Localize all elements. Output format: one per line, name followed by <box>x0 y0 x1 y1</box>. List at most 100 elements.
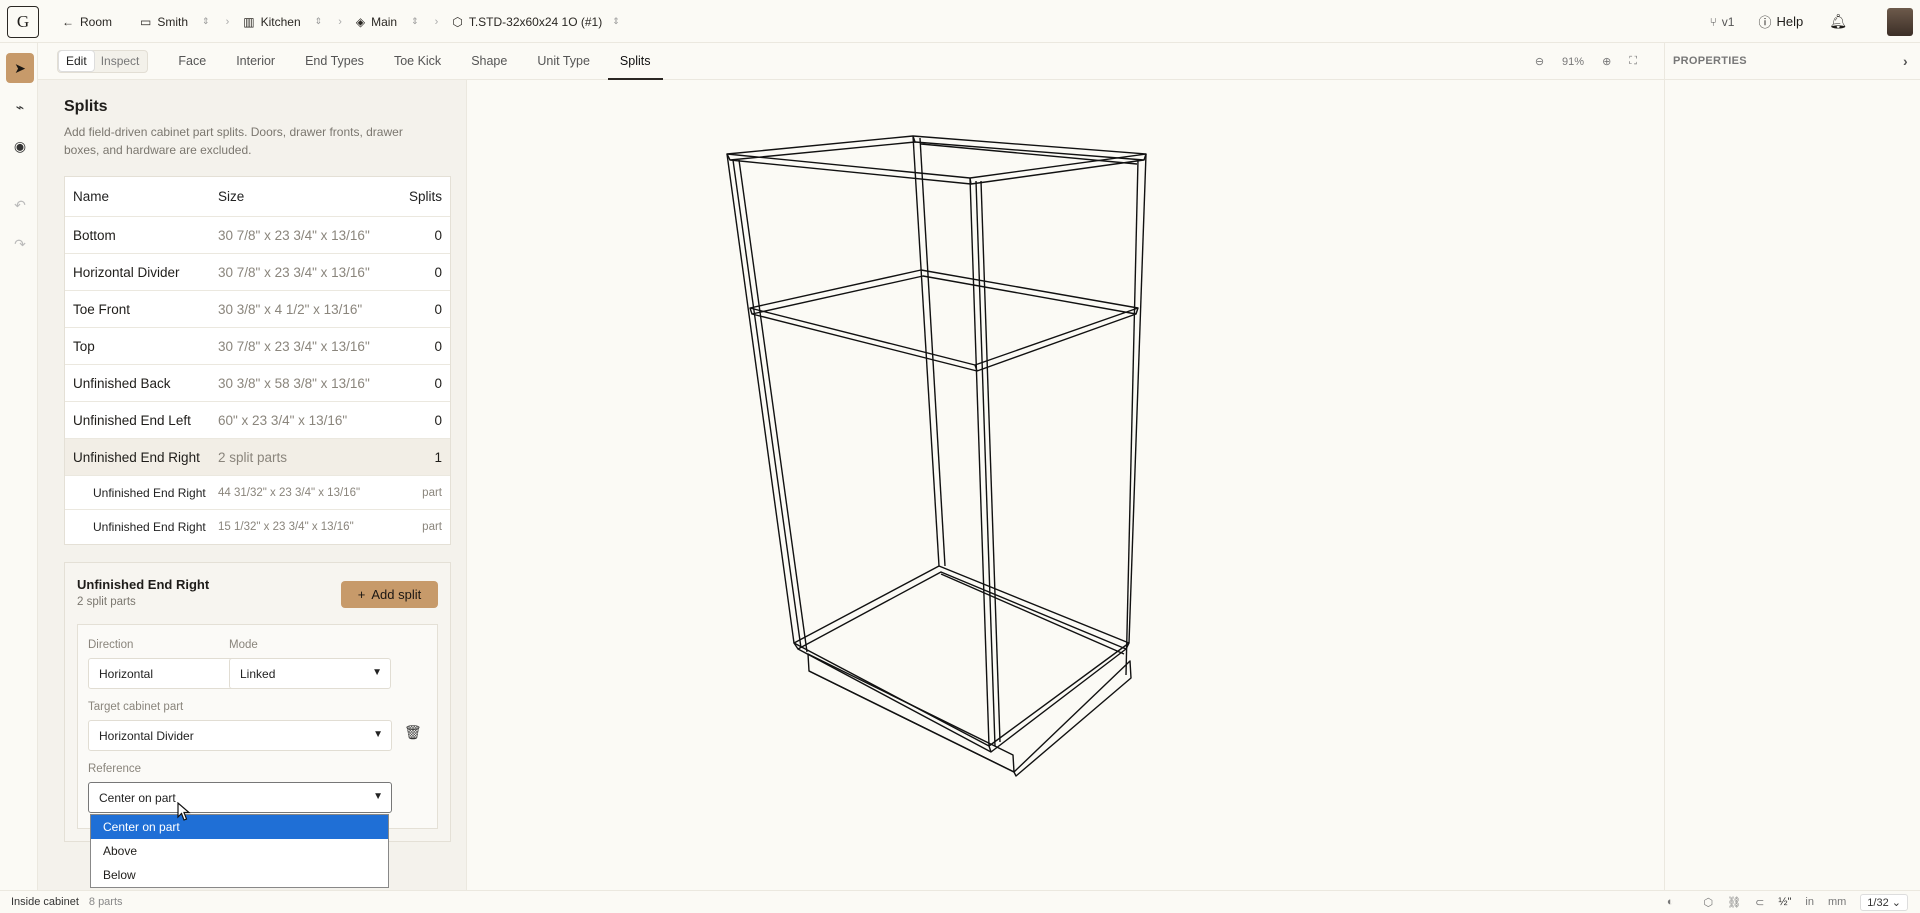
tool-rail: ➤ ⌁ ◉ ↶ ↷ <box>0 43 38 890</box>
view-tool-button[interactable]: ◉ <box>6 131 34 161</box>
row-splits: 0 <box>434 264 442 280</box>
undo-button[interactable]: ↶ <box>6 190 34 220</box>
chevron-down-icon: ⌄ <box>1891 896 1901 909</box>
mode-value: Linked <box>240 666 276 681</box>
precision-select[interactable]: 1/32 ⌄ <box>1860 893 1908 911</box>
mode-edit-button[interactable]: Edit <box>59 51 94 71</box>
back-room-button[interactable]: ← Room <box>62 15 112 29</box>
magnet-icon[interactable]: ⊂ <box>1755 896 1764 909</box>
link-icon[interactable]: ⛓ <box>1727 896 1741 909</box>
cube-icon[interactable]: ⬡ <box>1704 896 1714 909</box>
row-splits: 0 <box>434 301 442 317</box>
help-button[interactable]: ⓘ Help <box>1758 12 1803 31</box>
help-label: Help <box>1776 14 1804 29</box>
split-editor: Unfinished End Right 2 split parts + Add… <box>64 562 451 842</box>
split-part-row[interactable]: Unfinished End Right 44 31/32" x 23 3/4"… <box>65 476 450 510</box>
tab-toe-kick[interactable]: Toe Kick <box>394 43 441 80</box>
row-size: 15 1/32" x 23 3/4" x 13/16" <box>218 521 354 533</box>
row-name: Unfinished End Right <box>93 520 206 534</box>
updown-icon: ⇕ <box>202 16 210 26</box>
logo-letter: G <box>16 12 30 31</box>
table-row[interactable]: Top 30 7/8" x 23 3/4" x 13/16" 0 <box>65 328 450 365</box>
direction-value: Horizontal <box>99 666 154 681</box>
back-label: Room <box>80 14 113 29</box>
reference-dropdown-menu: Center on part Above Below <box>90 814 389 888</box>
option-center-on-part[interactable]: Center on part <box>91 815 388 839</box>
avatar[interactable] <box>1887 7 1913 36</box>
mode-select[interactable]: Linked ▼ <box>229 658 391 689</box>
breadcrumb-item-kitchen[interactable]: ▥ Kitchen ⇕ › <box>243 15 342 29</box>
add-split-button[interactable]: + Add split <box>341 581 438 608</box>
option-above[interactable]: Above <box>91 839 388 863</box>
splits-panel: Splits Add field-driven cabinet part spl… <box>38 80 467 890</box>
column-header-splits: Splits <box>408 189 442 204</box>
reference-select[interactable]: Center on part ▼ <box>88 782 392 813</box>
breadcrumb-item-smith[interactable]: ▭ Smith ⇕ › <box>140 15 229 29</box>
row-splits: 1 <box>434 449 442 465</box>
mode-inspect-button[interactable]: Inspect <box>94 51 147 71</box>
properties-panel: PROPERTIES › <box>1664 43 1920 890</box>
select-tool-button[interactable]: ➤ <box>6 53 34 83</box>
row-size: 60" x 23 3/4" x 13/16" <box>218 412 348 428</box>
chevron-right-icon: › <box>225 15 230 28</box>
mouse-cursor-icon <box>177 802 191 821</box>
chevron-down-icon: ▼ <box>373 729 383 740</box>
units-mm[interactable]: mm <box>1828 896 1846 908</box>
ruler-icon: ⌁ <box>15 98 25 115</box>
table-row[interactable]: Unfinished Back 30 3/8" x 58 3/8" x 13/1… <box>65 365 450 402</box>
arrow-left-icon: ← <box>62 14 74 29</box>
panel-title: Splits <box>64 98 108 115</box>
breadcrumb-item-main[interactable]: ◈ Main ⇕ › <box>356 15 438 29</box>
tab-bar: Edit Inspect Face Interior End Types Toe… <box>38 43 1665 80</box>
properties-title: PROPERTIES <box>1673 55 1747 67</box>
row-name: Toe Front <box>73 301 131 317</box>
tab-shape[interactable]: Shape <box>471 43 507 80</box>
tab-unit-type[interactable]: Unit Type <box>537 43 590 80</box>
breadcrumb-item-cabinet[interactable]: ⬡ T.STD-32x60x24 1O (#1) ⇕ <box>452 15 619 29</box>
parts-table: Name Size Splits Bottom 30 7/8" x 23 3/4… <box>64 176 451 545</box>
tab-face[interactable]: Face <box>178 43 206 80</box>
top-panel-outer <box>726 135 1147 179</box>
table-row[interactable]: Horizontal Divider 30 7/8" x 23 3/4" x 1… <box>65 254 450 291</box>
table-row-selected[interactable]: Unfinished End Right 2 split parts 1 <box>65 439 450 476</box>
target-value: Horizontal Divider <box>99 728 194 743</box>
palette-icon[interactable]: ◐ <box>1667 896 1674 908</box>
header-actions: ⑂ v1 ⓘ Help 🔔︎ <box>1710 0 1920 43</box>
updown-icon: ⇕ <box>411 16 419 26</box>
chevron-right-icon[interactable]: › <box>1903 53 1908 69</box>
tab-end-types[interactable]: End Types <box>305 43 364 80</box>
3d-viewport[interactable] <box>468 80 1664 890</box>
row-name: Unfinished End Left <box>73 412 191 428</box>
tab-splits[interactable]: Splits <box>608 43 662 80</box>
target-part-select[interactable]: Horizontal Divider ▼ <box>88 720 392 751</box>
fraction-toggle[interactable]: ½" <box>1778 896 1791 908</box>
eye-icon: ◉ <box>13 137 27 154</box>
table-row[interactable]: Unfinished End Left 60" x 23 3/4" x 13/1… <box>65 402 450 439</box>
status-part-count: 8 parts <box>88 895 123 908</box>
toe-front <box>807 653 1015 773</box>
version-button[interactable]: ⑂ v1 <box>1710 15 1735 29</box>
option-below[interactable]: Below <box>91 863 388 887</box>
app-logo[interactable]: G <box>7 6 39 38</box>
split-part-row[interactable]: Unfinished End Right 15 1/32" x 23 3/4" … <box>65 510 450 544</box>
zoom-out-icon[interactable]: ⊖ <box>1535 55 1544 68</box>
table-row[interactable]: Bottom 30 7/8" x 23 3/4" x 13/16" 0 <box>65 217 450 254</box>
redo-button[interactable]: ↷ <box>6 229 34 259</box>
breadcrumb-label: T.STD-32x60x24 1O (#1) <box>468 14 603 29</box>
row-size: 30 3/8" x 4 1/2" x 13/16" <box>218 301 363 317</box>
chevron-down-icon: ▼ <box>372 667 382 678</box>
fullscreen-icon[interactable]: ⛶ <box>1629 55 1637 68</box>
trash-icon[interactable]: 🗑︎ <box>404 724 422 741</box>
chevron-down-icon: ▼ <box>373 791 383 802</box>
bell-icon[interactable]: 🔔︎ <box>1829 13 1847 30</box>
version-label: v1 <box>1721 14 1735 29</box>
column-header-name: Name <box>73 189 110 204</box>
units-inches[interactable]: in <box>1805 896 1814 908</box>
layers-icon: ◈ <box>355 14 366 29</box>
tab-interior[interactable]: Interior <box>236 43 275 80</box>
breadcrumb-label: Kitchen <box>260 14 301 29</box>
zoom-in-icon[interactable]: ⊕ <box>1602 55 1611 68</box>
measure-tool-button[interactable]: ⌁ <box>6 92 34 122</box>
table-row[interactable]: Toe Front 30 3/8" x 4 1/2" x 13/16" 0 <box>65 291 450 328</box>
breadcrumb-label: Main <box>371 14 398 29</box>
